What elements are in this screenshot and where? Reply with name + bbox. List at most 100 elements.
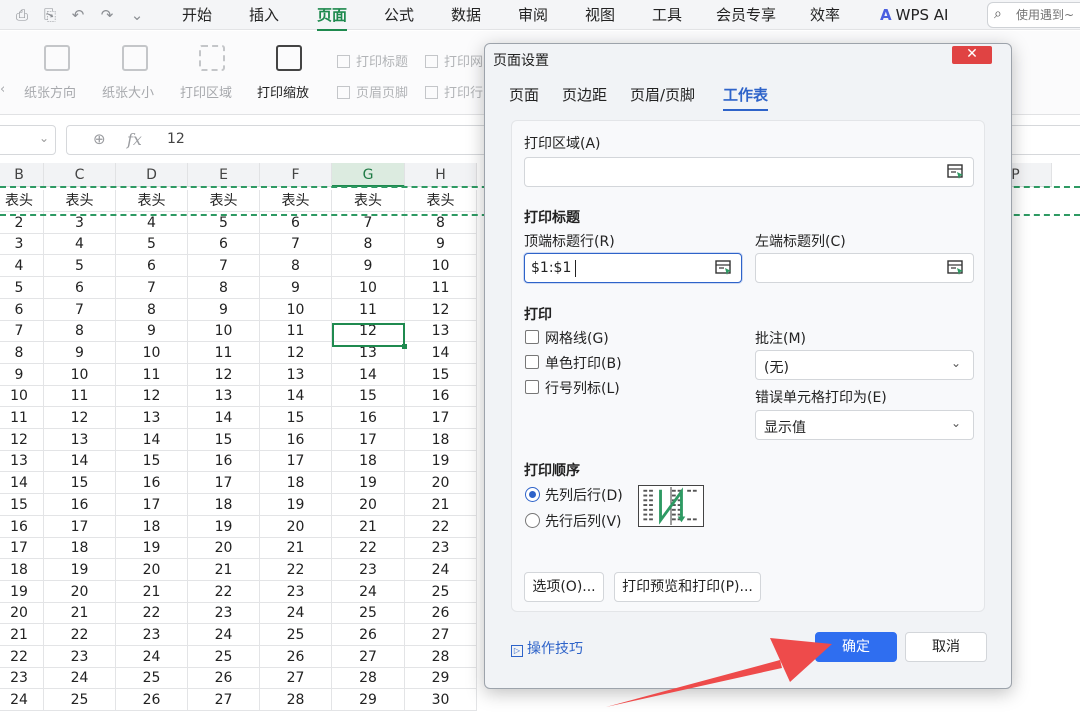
table-cell[interactable]: 25 — [44, 689, 116, 712]
table-cell[interactable]: 5 — [44, 255, 116, 278]
ribbon-orientation-label[interactable]: 纸张方向 — [24, 82, 76, 101]
table-cell[interactable]: 10 — [332, 276, 405, 299]
table-cell[interactable]: 12 — [405, 298, 477, 321]
table-cell[interactable]: 10 — [188, 320, 260, 343]
table-cell[interactable]: 24 — [332, 580, 405, 603]
orientation-icon[interactable] — [44, 45, 70, 71]
table-cell[interactable]: 19 — [260, 493, 332, 516]
table-cell[interactable]: 18 — [188, 493, 260, 516]
table-cell[interactable]: 12 — [0, 428, 44, 451]
comments-select[interactable]: (无) ⌄ — [755, 350, 974, 380]
table-cell[interactable]: 23 — [260, 580, 332, 603]
tab-home[interactable]: 开始 — [182, 5, 212, 27]
table-cell[interactable]: 25 — [188, 645, 260, 668]
table-cell[interactable]: 16 — [116, 472, 188, 495]
table-cell[interactable]: 24 — [188, 624, 260, 646]
table-cell[interactable]: 25 — [332, 602, 405, 625]
active-cell-cursor[interactable] — [332, 323, 407, 349]
table-cell[interactable]: 24 — [0, 689, 44, 712]
down-then-over-radio[interactable] — [525, 487, 540, 502]
table-cell[interactable]: 19 — [0, 580, 44, 603]
column-header-g[interactable]: G — [332, 163, 405, 187]
tab-data[interactable]: 数据 — [451, 5, 481, 27]
table-cell[interactable]: 11 — [188, 341, 260, 364]
table-cell[interactable]: 18 — [405, 428, 477, 451]
table-cell[interactable]: 14 — [405, 341, 477, 364]
table-cell[interactable]: 24 — [44, 667, 116, 690]
table-cell[interactable]: 7 — [44, 298, 116, 321]
redo-icon[interactable]: ↷ — [97, 5, 117, 25]
tab-page[interactable]: 页面 — [317, 5, 348, 31]
chevron-down-icon[interactable]: ⌄ — [39, 131, 49, 145]
ribbon-print-gridlines[interactable]: 打印网 — [425, 51, 483, 70]
table-cell[interactable]: 18 — [44, 537, 116, 560]
mono-label[interactable]: 单色打印(B) — [545, 353, 622, 373]
table-cell[interactable]: 7 — [116, 276, 188, 299]
table-cell[interactable]: 6 — [0, 298, 44, 321]
table-cell[interactable]: 25 — [405, 580, 477, 603]
zoom-icon[interactable]: ⊕ — [93, 130, 106, 148]
table-cell[interactable]: 10 — [116, 341, 188, 364]
table-cell[interactable]: 6 — [116, 255, 188, 278]
table-cell[interactable]: 8 — [116, 298, 188, 321]
table-cell[interactable]: 4 — [44, 233, 116, 256]
table-cell[interactable]: 15 — [44, 472, 116, 495]
table-cell[interactable]: 5 — [0, 276, 44, 299]
table-cell[interactable]: 21 — [116, 580, 188, 603]
table-cell[interactable]: 28 — [332, 667, 405, 690]
formula-value[interactable]: 12 — [167, 131, 185, 147]
table-cell[interactable]: 26 — [116, 689, 188, 712]
table-cell[interactable]: 20 — [0, 602, 44, 625]
header-cell[interactable]: 表头 — [332, 190, 405, 212]
table-cell[interactable]: 14 — [44, 450, 116, 473]
table-cell[interactable]: 14 — [188, 407, 260, 429]
left-cols-input[interactable] — [755, 253, 974, 283]
table-cell[interactable]: 7 — [188, 255, 260, 278]
chevron-down-icon[interactable]: ⌄ — [127, 5, 147, 25]
print-area-icon[interactable] — [199, 45, 225, 71]
table-cell[interactable]: 26 — [188, 667, 260, 690]
table-cell[interactable]: 22 — [44, 624, 116, 646]
table-cell[interactable]: 11 — [44, 385, 116, 408]
table-cell[interactable]: 19 — [405, 450, 477, 473]
range-select-icon[interactable] — [715, 260, 733, 276]
table-cell[interactable]: 20 — [332, 493, 405, 516]
table-cell[interactable]: 5 — [116, 233, 188, 256]
table-cell[interactable]: 10 — [405, 255, 477, 278]
table-cell[interactable]: 14 — [0, 472, 44, 495]
print-preview-icon[interactable]: ⎘ — [40, 5, 60, 25]
table-cell[interactable]: 17 — [44, 515, 116, 538]
ribbon-print-headings[interactable]: 打印行 — [425, 82, 483, 101]
table-cell[interactable]: 16 — [332, 407, 405, 429]
table-cell[interactable]: 13 — [0, 450, 44, 473]
ok-button[interactable]: 确定 — [815, 632, 897, 662]
table-cell[interactable]: 26 — [260, 645, 332, 668]
ribbon-header-footer[interactable]: 页眉页脚 — [337, 82, 408, 101]
table-cell[interactable]: 20 — [116, 558, 188, 581]
gridlines-checkbox[interactable] — [525, 330, 539, 344]
table-cell[interactable]: 9 — [260, 276, 332, 299]
table-cell[interactable]: 21 — [405, 493, 477, 516]
table-cell[interactable]: 9 — [405, 233, 477, 256]
column-header-f[interactable]: F — [260, 163, 332, 187]
table-cell[interactable]: 4 — [0, 255, 44, 278]
table-cell[interactable]: 23 — [44, 645, 116, 668]
table-cell[interactable]: 17 — [260, 450, 332, 473]
table-cell[interactable]: 6 — [188, 233, 260, 256]
range-select-icon[interactable] — [947, 260, 965, 276]
over-then-down-radio[interactable] — [525, 513, 540, 528]
table-cell[interactable]: 27 — [260, 667, 332, 690]
table-cell[interactable]: 8 — [44, 320, 116, 343]
table-cell[interactable]: 23 — [188, 602, 260, 625]
table-cell[interactable]: 20 — [188, 537, 260, 560]
table-cell[interactable]: 19 — [44, 558, 116, 581]
table-cell[interactable]: 15 — [332, 385, 405, 408]
table-cell[interactable]: 18 — [0, 558, 44, 581]
table-cell[interactable]: 16 — [405, 385, 477, 408]
over-then-down-label[interactable]: 先行后列(V) — [545, 511, 622, 531]
table-cell[interactable]: 17 — [0, 537, 44, 560]
table-cell[interactable]: 8 — [0, 341, 44, 364]
header-cell[interactable]: 表头 — [116, 190, 188, 212]
wps-ai-button[interactable]: A WPS AI — [880, 5, 948, 25]
table-cell[interactable]: 10 — [0, 385, 44, 408]
